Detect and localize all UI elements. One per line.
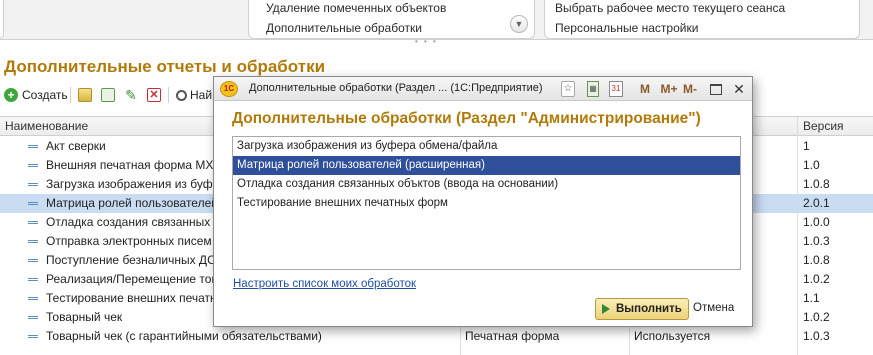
delete-icon: ✕ xyxy=(147,88,161,102)
cell-name: Поступление безналичных ДС/г xyxy=(46,253,224,267)
folder-add-icon xyxy=(78,88,92,102)
row-marker-icon xyxy=(28,183,38,186)
cell-version: 1.0.2 xyxy=(803,272,830,286)
add-icon: + xyxy=(4,88,18,102)
memory-plus-button[interactable]: M+ xyxy=(659,81,679,97)
cell-name: Тестирование внешних печатных xyxy=(46,291,232,305)
create-group-button[interactable] xyxy=(78,86,92,104)
cell-version: 1.1 xyxy=(803,291,820,305)
dialog-title: Дополнительные обработки (Раздел ... (1С… xyxy=(249,82,543,94)
cell-name: Загрузка изображения из буфер xyxy=(46,177,226,191)
calendar-icon[interactable]: 31 xyxy=(609,81,623,97)
cell-version: 1 xyxy=(803,139,810,153)
panel-resize-grip[interactable]: • • • xyxy=(415,38,443,46)
configure-list-link[interactable]: Настроить список моих обработок xyxy=(233,278,416,290)
toolbar-divider xyxy=(70,87,71,103)
cell-version: 1.0.3 xyxy=(803,329,830,343)
memory-m-button[interactable]: M xyxy=(638,81,652,97)
chevron-down-icon[interactable]: ▼ xyxy=(510,15,528,33)
maximize-icon[interactable] xyxy=(710,84,722,95)
row-marker-icon xyxy=(28,335,38,338)
top-panel-settings-group: Выбрать рабочее место текущего сеанса Пе… xyxy=(544,0,860,39)
cell-name: Реализация/Перемещение товар xyxy=(46,272,232,286)
cell-version: 1.0 xyxy=(803,158,820,172)
column-header-name[interactable]: Наименование xyxy=(5,119,88,133)
run-button[interactable]: Выполнить xyxy=(595,298,689,320)
top-panel-left-group xyxy=(0,0,4,39)
run-button-label: Выполнить xyxy=(616,303,682,315)
1c-logo-icon: 1С xyxy=(220,81,238,97)
cell-version: 1.0.3 xyxy=(803,234,830,248)
list-item[interactable]: Матрица ролей пользователей (расширенная… xyxy=(233,156,740,175)
close-icon[interactable]: ✕ xyxy=(732,81,746,97)
search-icon xyxy=(176,89,187,101)
find-button-label: Най xyxy=(190,88,213,102)
cell-name: Товарный чек xyxy=(46,310,123,324)
column-header-version[interactable]: Версия xyxy=(803,119,844,133)
memory-minus-button[interactable]: M- xyxy=(680,81,700,97)
dialog-heading: Дополнительные обработки (Раздел "Админи… xyxy=(232,110,701,127)
cell-name: Отправка электронных писем xyxy=(46,234,212,248)
cell-name: Матрица ролей пользователей (р xyxy=(46,196,232,210)
menu-item-personal-settings[interactable]: Персональные настройки xyxy=(555,21,698,35)
row-marker-icon xyxy=(28,316,38,319)
pencil-icon: ✎ xyxy=(125,87,137,103)
cell-name: Отладка создания связанных об xyxy=(46,215,228,229)
copy-icon xyxy=(101,88,115,102)
favorite-star-icon[interactable]: ☆ xyxy=(561,81,575,97)
cell-name: Товарный чек (с гарантийными обязательст… xyxy=(46,329,322,343)
row-marker-icon xyxy=(28,240,38,243)
top-panel-service-group: Удаление помеченных объектов Дополнитель… xyxy=(248,0,535,39)
cell-version: 1.0.2 xyxy=(803,310,830,324)
list-item[interactable]: Загрузка изображения из буфера обмена/фа… xyxy=(233,137,740,156)
list-item[interactable]: Отладка создания связанных объктов (ввод… xyxy=(233,175,740,194)
cell-usage: Используется xyxy=(634,329,711,343)
find-button[interactable]: Най xyxy=(176,86,212,104)
menu-item-select-workplace[interactable]: Выбрать рабочее место текущего сеанса xyxy=(555,1,785,15)
processing-list: Загрузка изображения из буфера обмена/фа… xyxy=(232,136,741,270)
row-marker-icon xyxy=(28,297,38,300)
top-panel: Удаление помеченных объектов Дополнитель… xyxy=(0,0,873,40)
cell-version: 1.0.8 xyxy=(803,177,830,191)
row-marker-icon xyxy=(28,221,38,224)
cancel-button[interactable]: Отмена xyxy=(693,302,734,314)
row-marker-icon xyxy=(28,164,38,167)
toolbar-divider xyxy=(168,87,169,103)
additional-processing-dialog: 1С Дополнительные обработки (Раздел ... … xyxy=(213,76,753,327)
menu-item-additional-processing[interactable]: Дополнительные обработки xyxy=(266,21,422,35)
play-icon xyxy=(602,304,610,314)
cell-version: 1.0.0 xyxy=(803,215,830,229)
copy-button[interactable] xyxy=(101,86,115,104)
cell-type: Печатная форма xyxy=(465,329,560,343)
table-row[interactable]: Товарный чек (с гарантийными обязательст… xyxy=(0,327,873,346)
row-marker-icon xyxy=(28,202,38,205)
create-button[interactable]: + Создать xyxy=(4,86,68,104)
menu-item-delete-marked[interactable]: Удаление помеченных объектов xyxy=(266,1,446,15)
row-marker-icon xyxy=(28,278,38,281)
edit-button[interactable]: ✎ xyxy=(124,86,138,104)
calculator-icon[interactable]: ▦ xyxy=(587,81,599,97)
create-button-label: Создать xyxy=(22,88,68,102)
row-marker-icon xyxy=(28,145,38,148)
delete-mark-button[interactable]: ✕ xyxy=(147,86,161,104)
dialog-titlebar[interactable]: 1С Дополнительные обработки (Раздел ... … xyxy=(214,77,752,101)
cell-version: 2.0.1 xyxy=(803,196,830,210)
cell-version: 1.0.8 xyxy=(803,253,830,267)
cell-name: Внешняя печатная форма МХ-1 xyxy=(46,158,225,172)
row-marker-icon xyxy=(28,259,38,262)
list-item[interactable]: Тестирование внешних печатных форм xyxy=(233,194,740,213)
page-title: Дополнительные отчеты и обработки xyxy=(4,57,326,76)
cell-name: Акт сверки xyxy=(46,139,106,153)
